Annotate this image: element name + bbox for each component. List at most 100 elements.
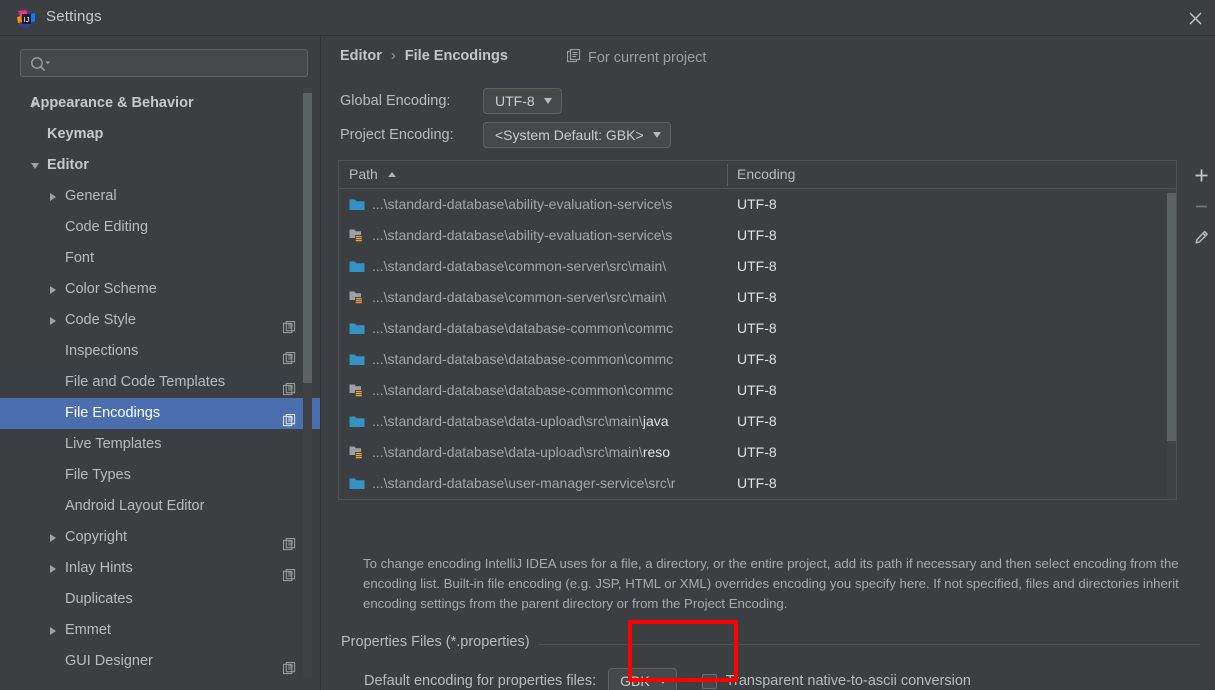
source-folder-icon [349,321,365,336]
table-row[interactable]: ...\standard-database\ability-evaluation… [339,189,1176,220]
sidebar-item-label: Code Style [65,312,136,328]
project-scope-icon [282,345,296,365]
table-row[interactable]: ...\standard-database\database-common\co… [339,375,1176,406]
chevron-right-icon[interactable] [46,274,60,305]
sidebar-item-label: Font [65,250,95,266]
chevron-down-icon [658,678,667,684]
sidebar-item-gui-designer[interactable]: GUI Designer [0,646,320,677]
table-row[interactable]: ...\standard-database\user-manager-servi… [339,468,1176,499]
table-cell-encoding[interactable]: UTF-8 [737,375,777,406]
default-encoding-row: Default encoding for properties files: G… [364,668,971,690]
table-row[interactable]: ...\standard-database\database-common\co… [339,313,1176,344]
sidebar-item-label: Inspections [65,343,139,359]
project-scope-icon [282,314,296,334]
breadcrumb-parent[interactable]: Editor [340,48,382,64]
triangle-glyph [50,533,56,542]
project-scope-icon [282,407,296,427]
project-encoding-combo[interactable]: <System Default: GBK> [483,122,671,148]
table-cell-encoding[interactable]: UTF-8 [737,468,777,499]
chevron-right-icon[interactable] [46,522,60,553]
sidebar-item-copyright[interactable]: Copyright [0,522,320,553]
title-bar: IJ Settings [0,0,1215,36]
sidebar-scrollbar-thumb[interactable] [303,93,312,383]
chevron-right-icon[interactable] [46,181,60,212]
table-row[interactable]: ...\standard-database\data-upload\src\ma… [339,406,1176,437]
triangle-glyph [50,285,56,294]
sidebar-item-inlay-hints[interactable]: Inlay Hints [0,553,320,584]
sidebar-item-file-and-code-templates[interactable]: File and Code Templates [0,367,320,398]
sidebar-item-inspections[interactable]: Inspections [0,336,320,367]
project-scope-icon [282,531,296,551]
table-row[interactable]: ...\standard-database\database-common\co… [339,344,1176,375]
sidebar-item-label: GUI Designer [65,653,153,669]
resource-folder-icon [349,445,365,460]
search-input[interactable] [53,50,303,76]
chevron-right-icon[interactable] [46,615,60,646]
breadcrumb: Editor › File Encodings [340,48,508,64]
default-encoding-combo[interactable]: GBK [608,668,677,690]
table-row[interactable]: ...\standard-database\common-server\src\… [339,282,1176,313]
sidebar-item-emmet[interactable]: Emmet [0,615,320,646]
sort-ascending-icon [388,172,396,177]
table-cell-encoding[interactable]: UTF-8 [737,251,777,282]
table-cell-encoding[interactable]: UTF-8 [737,406,777,437]
table-scrollbar-thumb[interactable] [1167,193,1176,441]
chevron-right-icon[interactable] [46,553,60,584]
sidebar-item-label: File Encodings [65,405,161,421]
default-encoding-label: Default encoding for properties files: [364,673,597,689]
table-cell-encoding[interactable]: UTF-8 [737,437,777,468]
sidebar-item-file-encodings[interactable]: File Encodings [0,398,320,429]
table-row[interactable]: ...\standard-database\data-upload\src\ma… [339,437,1176,468]
triangle-glyph [50,316,56,325]
transparent-conversion-checkbox[interactable]: Transparent native-to-ascii conversion [701,673,971,689]
table-cell-encoding[interactable]: UTF-8 [737,282,777,313]
sidebar-item-appearance-behavior[interactable]: Appearance & Behavior [0,88,320,119]
close-icon[interactable] [1181,4,1209,32]
table-header: Path Encoding [339,161,1176,189]
path-text: ...\standard-database\common-server\src\… [372,258,667,274]
chevron-down-icon [652,132,661,138]
table-cell-path: ...\standard-database\database-common\co… [372,344,673,375]
source-folder-icon [349,414,365,429]
path-tail-text: reso [642,444,671,460]
table-row[interactable]: ...\standard-database\ability-evaluation… [339,220,1176,251]
checkbox-box[interactable] [701,673,717,689]
resource-folder-icon [349,228,365,243]
table-cell-path: ...\standard-database\database-common\co… [372,313,673,344]
project-encoding-value: <System Default: GBK> [495,127,644,143]
global-encoding-value: UTF-8 [495,93,535,109]
column-resize-handle[interactable] [727,164,728,186]
chevron-down-icon[interactable] [28,150,42,181]
table-cell-encoding[interactable]: UTF-8 [737,344,777,375]
column-header-path[interactable]: Path [349,161,378,188]
sidebar-item-label: Duplicates [65,591,133,607]
sidebar-item-general[interactable]: General [0,181,320,212]
global-encoding-combo[interactable]: UTF-8 [483,88,562,114]
remove-path-button[interactable] [1187,191,1215,222]
properties-group-title: Properties Files (*.properties) [341,634,538,650]
sidebar-item-code-style[interactable]: Code Style [0,305,320,336]
table-cell-encoding[interactable]: UTF-8 [737,313,777,344]
table-row[interactable]: ...\standard-database\common-server\src\… [339,251,1176,282]
table-cell-encoding[interactable]: UTF-8 [737,189,777,220]
table-cell-path: ...\standard-database\common-server\src\… [372,251,666,282]
edit-path-button[interactable] [1187,222,1215,253]
sidebar-item-keymap[interactable]: Keymap [0,119,320,150]
sidebar-item-label: General [65,188,117,204]
sidebar-item-duplicates[interactable]: Duplicates [0,584,320,615]
sidebar-item-file-types[interactable]: File Types [0,460,320,491]
add-path-button[interactable] [1187,160,1215,191]
table-cell-encoding[interactable]: UTF-8 [737,220,777,251]
path-text: ...\standard-database\user-manager-servi… [372,475,676,491]
chevron-right-icon[interactable] [46,305,60,336]
sidebar-item-editor[interactable]: Editor [0,150,320,181]
column-header-encoding[interactable]: Encoding [737,161,795,188]
sidebar-item-android-layout-editor[interactable]: Android Layout Editor [0,491,320,522]
search-field[interactable] [20,49,308,77]
path-text: ...\standard-database\common-server\src\… [372,289,667,305]
sidebar-item-live-templates[interactable]: Live Templates [0,429,320,460]
sidebar-item-color-scheme[interactable]: Color Scheme [0,274,320,305]
sidebar-item-code-editing[interactable]: Code Editing [0,212,320,243]
sidebar-item-font[interactable]: Font [0,243,320,274]
resource-folder-icon [349,290,365,305]
